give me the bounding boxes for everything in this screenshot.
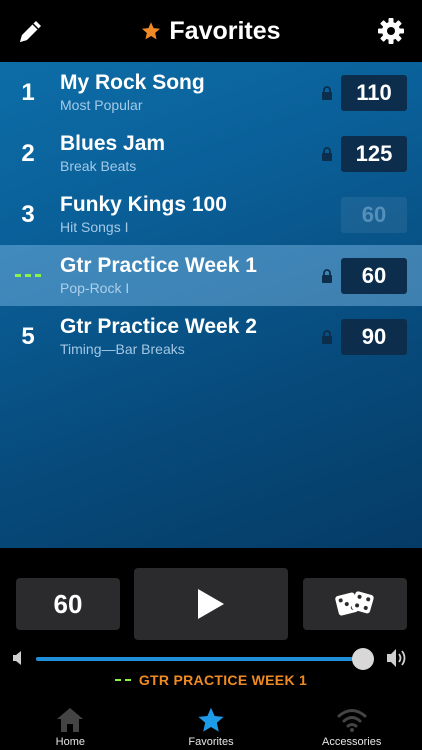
tab-label: Home bbox=[55, 736, 85, 748]
favorites-list: 1 My Rock Song Most Popular 110 2 Blues … bbox=[0, 62, 422, 548]
volume-slider-fill bbox=[36, 657, 363, 661]
now-playing-label: GTR PRACTICE WEEK 1 bbox=[0, 672, 422, 688]
dice-icon bbox=[335, 591, 374, 616]
tab-bar: Home Favorites Accessories bbox=[0, 702, 422, 750]
tab-label: Accessories bbox=[322, 736, 382, 748]
tempo-button[interactable]: 125 bbox=[341, 135, 407, 172]
song-texts: Gtr Practice Week 1 Pop-Rock I bbox=[56, 254, 321, 297]
song-row[interactable]: 2 Blues Jam Break Beats 125 bbox=[0, 123, 422, 184]
song-number: 2 bbox=[21, 139, 35, 167]
song-row[interactable]: 3 Funky Kings 100 Hit Songs I 60 bbox=[0, 184, 422, 245]
tab-home[interactable]: Home bbox=[0, 702, 141, 750]
tempo-display-button[interactable]: 60 bbox=[16, 578, 120, 630]
volume-slider[interactable] bbox=[36, 648, 374, 670]
page-title: Favorites bbox=[169, 16, 281, 45]
song-name: Gtr Practice Week 2 bbox=[60, 315, 257, 338]
play-button[interactable] bbox=[134, 568, 288, 640]
song-name: Blues Jam bbox=[60, 132, 166, 155]
tab-accessories[interactable]: Accessories bbox=[281, 702, 422, 750]
tempo-button[interactable]: 110 bbox=[341, 74, 407, 111]
song-texts: Funky Kings 100 Hit Songs I bbox=[56, 193, 321, 236]
song-row[interactable]: 5 Gtr Practice Week 2 Timing—Bar Breaks … bbox=[0, 306, 422, 367]
gear-icon bbox=[378, 18, 404, 44]
lock-icon bbox=[321, 85, 335, 101]
volume-low-icon bbox=[13, 651, 21, 665]
tempo-button[interactable]: 60 bbox=[341, 257, 407, 294]
tab-favorites[interactable]: Favorites bbox=[141, 702, 282, 750]
tab-label: Favorites bbox=[188, 736, 234, 748]
lock-icon bbox=[321, 268, 335, 284]
settings-button[interactable] bbox=[374, 14, 408, 48]
random-button[interactable] bbox=[303, 578, 407, 630]
player-controls: 60 GTR PRACTICE WEEK 1 bbox=[0, 548, 422, 702]
song-subtitle: Break Beats bbox=[60, 158, 137, 174]
lock-icon bbox=[321, 329, 335, 345]
song-number: 1 bbox=[21, 78, 35, 106]
song-subtitle: Pop-Rock I bbox=[60, 280, 130, 296]
now-playing-marker bbox=[114, 679, 131, 681]
song-texts: Gtr Practice Week 2 Timing—Bar Breaks bbox=[56, 315, 321, 358]
song-name: Gtr Practice Week 1 bbox=[60, 254, 257, 277]
song-subtitle: Timing—Bar Breaks bbox=[60, 341, 185, 357]
star-icon bbox=[198, 707, 224, 732]
edit-button[interactable] bbox=[14, 14, 48, 48]
tempo-button[interactable]: 60 bbox=[341, 196, 407, 233]
song-row[interactable]: 1 My Rock Song Most Popular 110 bbox=[0, 62, 422, 123]
wifi-icon bbox=[337, 709, 367, 732]
play-icon bbox=[198, 589, 224, 619]
star-icon bbox=[142, 22, 161, 40]
pencil-icon bbox=[20, 21, 41, 42]
top-bar: Favorites bbox=[0, 0, 422, 62]
tempo-button[interactable]: 90 bbox=[341, 318, 407, 355]
song-name: My Rock Song bbox=[60, 71, 205, 94]
now-playing-text: GTR PRACTICE WEEK 1 bbox=[138, 672, 308, 688]
song-texts: My Rock Song Most Popular bbox=[56, 71, 321, 114]
song-number: 3 bbox=[21, 200, 35, 228]
page-title-group: Favorites bbox=[141, 16, 281, 46]
selected-marker bbox=[0, 274, 56, 277]
volume-slider-thumb[interactable] bbox=[351, 648, 374, 670]
song-name: Funky Kings 100 bbox=[60, 193, 227, 216]
home-icon bbox=[57, 708, 84, 732]
song-subtitle: Hit Songs I bbox=[60, 219, 129, 235]
volume-high-icon bbox=[387, 649, 406, 667]
song-number: 5 bbox=[21, 322, 35, 350]
song-subtitle: Most Popular bbox=[60, 97, 143, 113]
lock-icon bbox=[321, 146, 335, 162]
song-texts: Blues Jam Break Beats bbox=[56, 132, 321, 175]
song-row-selected[interactable]: Gtr Practice Week 1 Pop-Rock I 60 bbox=[0, 245, 422, 306]
